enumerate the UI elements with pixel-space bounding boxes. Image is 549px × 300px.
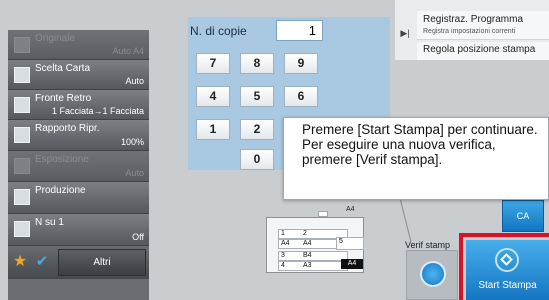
popup-line-2: Per eseguire una nuova verifica, premere…: [302, 137, 496, 167]
verify-print-button[interactable]: [406, 250, 458, 300]
copies-field[interactable]: 1: [276, 20, 323, 41]
key-9[interactable]: 9: [284, 53, 318, 74]
duplex-label: Fronte Retro: [35, 93, 92, 104]
original-value: Auto A4: [112, 46, 144, 56]
key-8[interactable]: 8: [240, 53, 274, 74]
expand-arrow-icon[interactable]: ▶|: [398, 18, 412, 48]
tray-1-size: A4: [281, 240, 290, 247]
paper-select-label: Scelta Carta: [35, 63, 91, 74]
tray-3-size: B4: [303, 252, 312, 259]
exposure-icon: [14, 158, 30, 174]
duplex-value: 1 Facciata→1 Facciata: [51, 106, 144, 116]
register-program-title: Registraz. Programma: [423, 14, 524, 25]
ratio-icon: [14, 127, 30, 143]
n-up-value: Off: [132, 232, 144, 242]
register-program-subtitle: Registra impostazioni correnti: [423, 28, 516, 35]
key-6[interactable]: 6: [284, 86, 318, 107]
exposure-button[interactable]: Esposizione Auto: [8, 151, 149, 182]
n-up-label: N su 1: [35, 217, 64, 228]
message-popup: Premere [Start Stampa] per continuare. P…: [283, 117, 549, 200]
popup-message: Premere [Start Stampa] per continuare. P…: [302, 122, 547, 167]
paper-select-value: Auto: [125, 76, 144, 86]
tray-3-number: 3: [281, 252, 285, 259]
clear-all-button[interactable]: CA: [502, 200, 544, 232]
output-tray-size: A4: [341, 259, 363, 269]
key-1[interactable]: 1: [196, 119, 230, 140]
key-0[interactable]: 0: [240, 149, 274, 170]
tray-4-number: 4: [281, 262, 285, 269]
tray-2-size: A4: [303, 240, 312, 247]
tray-4-size: A3: [303, 262, 312, 269]
tray-row-4[interactable]: 4 A3: [278, 261, 348, 271]
key-4[interactable]: 4: [196, 86, 230, 107]
start-print-button[interactable]: Start Stampa: [466, 240, 549, 300]
ratio-label: Rapporto Ripr.: [35, 123, 100, 134]
n-up-button[interactable]: N su 1 Off: [8, 214, 149, 246]
key-7[interactable]: 7: [196, 53, 230, 74]
exposure-value: Auto: [125, 168, 144, 178]
key-5[interactable]: 5: [240, 86, 274, 107]
other-button[interactable]: Altri: [58, 249, 146, 276]
ratio-value: 100%: [120, 137, 144, 147]
print-position-button[interactable]: Regola posizione stampa: [417, 42, 549, 60]
copies-label: N. di copie: [190, 24, 247, 38]
check-icon[interactable]: ✔: [32, 253, 52, 271]
n-up-icon: [14, 221, 30, 237]
original-button[interactable]: Originale Auto A4: [8, 30, 149, 60]
output-label: Produzione: [35, 185, 86, 196]
verify-print-label: Verif stamp: [405, 240, 451, 250]
star-icon[interactable]: ★: [11, 253, 29, 271]
key-2[interactable]: 2: [240, 119, 274, 140]
tray-5-bypass[interactable]: 5: [336, 237, 364, 250]
bottom-toolbar: ★ ✔ Altri: [8, 246, 149, 279]
tray-row-3[interactable]: 3 B4: [278, 251, 348, 261]
duplex-icon: [14, 97, 30, 113]
output-icon: [14, 189, 30, 205]
ratio-button[interactable]: Rapporto Ripr. 100%: [8, 120, 149, 151]
paper-tray-icon: [14, 67, 30, 83]
original-icon: [14, 37, 30, 53]
register-program-button[interactable]: Registraz. Programma Registra impostazio…: [417, 11, 549, 40]
start-print-label: Start Stampa: [478, 280, 537, 291]
output-button[interactable]: Produzione: [8, 182, 149, 214]
original-label: Originale: [35, 33, 76, 44]
duplex-button[interactable]: Fronte Retro 1 Facciata→1 Facciata: [8, 90, 149, 120]
tray-1-number: 1: [281, 230, 285, 237]
tray-2-number: 2: [303, 230, 307, 237]
top-tray-size: A4: [346, 206, 355, 213]
paper-select-button[interactable]: Scelta Carta Auto: [8, 60, 149, 90]
start-icon: [420, 261, 446, 287]
popup-line-1: Premere [Start Stampa] per continuare.: [302, 122, 538, 137]
settings-panel: Originale Auto A4 Scelta Carta Auto Fron…: [8, 30, 149, 300]
exposure-label: Esposizione: [35, 154, 89, 165]
